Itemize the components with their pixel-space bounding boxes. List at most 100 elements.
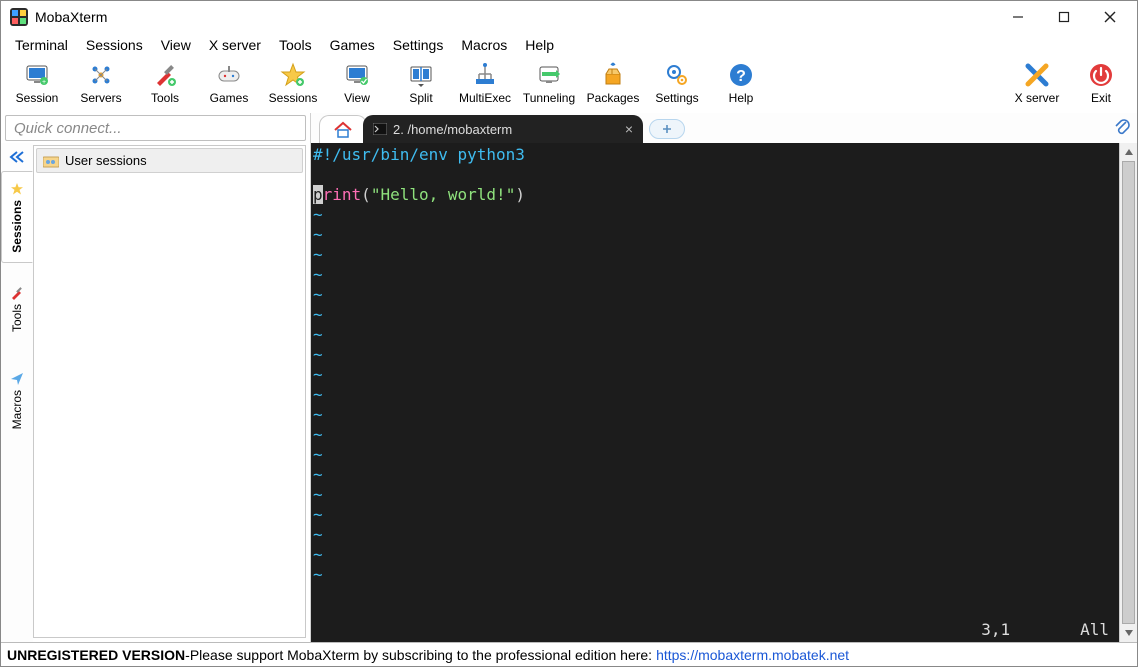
terminal-shebang: #!/usr/bin/env python3	[313, 145, 525, 164]
menu-bar: Terminal Sessions View X server Tools Ga…	[1, 33, 1137, 57]
terminal[interactable]: #!/usr/bin/env python3print("Hello, worl…	[311, 143, 1119, 642]
terminal-container: #!/usr/bin/env python3print("Hello, worl…	[311, 143, 1137, 642]
collapse-panel-button[interactable]	[5, 147, 29, 167]
tree-root-user-sessions[interactable]: User sessions	[36, 148, 303, 173]
split-icon	[407, 61, 435, 89]
toolbar-label: Session	[16, 91, 59, 105]
tab-close-button[interactable]: ×	[625, 121, 633, 137]
toolbar-split-button[interactable]: Split	[389, 59, 453, 113]
toolbar-label: MultiExec	[459, 91, 511, 105]
svg-text:+: +	[42, 79, 46, 86]
toolbar-label: Help	[729, 91, 754, 105]
menu-tools[interactable]: Tools	[271, 35, 320, 55]
toolbar-session-button[interactable]: + Session	[5, 59, 69, 113]
toolbar-label: Packages	[587, 91, 640, 105]
toolbar-label: Tools	[151, 91, 179, 105]
scroll-track[interactable]	[1120, 161, 1137, 624]
folder-people-icon	[43, 154, 59, 168]
monitor-icon: +	[23, 61, 51, 89]
terminal-cursor: p	[313, 185, 323, 204]
main-toolbar: + Session Servers Tools Games Sessions Vi…	[1, 57, 1137, 113]
side-tab-label: Sessions	[10, 200, 24, 253]
vim-status: 3,1 All	[981, 620, 1109, 640]
tab-terminal-label: 2. /home/mobaxterm	[393, 122, 512, 137]
close-button[interactable]	[1087, 2, 1133, 32]
tab-strip: 2. /home/mobaxterm ×	[311, 113, 1137, 143]
tab-terminal[interactable]: 2. /home/mobaxterm ×	[363, 115, 643, 143]
terminal-scrollbar[interactable]	[1119, 143, 1137, 642]
toolbar-help-button[interactable]: ? Help	[709, 59, 773, 113]
scroll-thumb[interactable]	[1122, 161, 1135, 624]
tab-home[interactable]	[319, 115, 367, 143]
side-tab-label: Tools	[10, 304, 24, 332]
toolbar-label: Sessions	[269, 91, 318, 105]
side-tab-sessions[interactable]: Sessions	[1, 171, 33, 263]
toolbar-tunneling-button[interactable]: Tunneling	[517, 59, 581, 113]
maximize-button[interactable]	[1041, 2, 1087, 32]
terminal-icon	[373, 123, 387, 135]
menu-games[interactable]: Games	[322, 35, 383, 55]
toolbar-label: X server	[1015, 91, 1060, 105]
toolbar-label: Games	[210, 91, 249, 105]
package-icon	[599, 61, 627, 89]
toolbar-label: Tunneling	[523, 91, 575, 105]
toolbar-xserver-button[interactable]: X server	[1005, 59, 1069, 113]
left-panel: Quick connect... Sessions Tools Macros	[1, 113, 311, 642]
menu-help[interactable]: Help	[517, 35, 562, 55]
star-icon	[279, 61, 307, 89]
toolbar-games-button[interactable]: Games	[197, 59, 261, 113]
toolbar-sessions-button[interactable]: Sessions	[261, 59, 325, 113]
work-area: Quick connect... Sessions Tools Macros	[1, 113, 1137, 642]
menu-macros[interactable]: Macros	[453, 35, 515, 55]
toolbar-multiexec-button[interactable]: MultiExec	[453, 59, 517, 113]
footer-link[interactable]: https://mobaxterm.mobatek.net	[656, 647, 849, 663]
tab-new-button[interactable]	[649, 119, 685, 139]
servers-icon	[87, 61, 115, 89]
quick-connect-input[interactable]: Quick connect...	[5, 115, 306, 141]
gamepad-icon	[215, 61, 243, 89]
gears-icon	[663, 61, 691, 89]
toolbar-servers-button[interactable]: Servers	[69, 59, 133, 113]
tunnel-icon	[535, 61, 563, 89]
scroll-up-button[interactable]	[1120, 143, 1137, 161]
tree-root-label: User sessions	[65, 153, 147, 168]
toolbar-label: Servers	[80, 91, 121, 105]
minimize-button[interactable]	[995, 2, 1041, 32]
titlebar: MobaXterm	[1, 1, 1137, 33]
code-ident: rint	[323, 185, 362, 204]
star-icon	[10, 182, 24, 196]
side-tab-tools[interactable]: Tools	[1, 263, 33, 355]
vim-position: 3,1	[981, 620, 1010, 640]
footer-message: Please support MobaXterm by subscribing …	[190, 647, 652, 663]
menu-sessions[interactable]: Sessions	[78, 35, 151, 55]
toolbar-tools-button[interactable]: Tools	[133, 59, 197, 113]
menu-xserver[interactable]: X server	[201, 35, 269, 55]
toolbar-packages-button[interactable]: Packages	[581, 59, 645, 113]
quick-connect-placeholder: Quick connect...	[14, 120, 122, 137]
toolbar-label: Settings	[655, 91, 698, 105]
knife-icon	[151, 61, 179, 89]
toolbar-label: Split	[409, 91, 432, 105]
help-icon: ?	[727, 61, 755, 89]
svg-text:?: ?	[736, 68, 746, 85]
sessions-tree[interactable]: User sessions	[33, 145, 306, 638]
power-icon	[1087, 61, 1115, 89]
home-icon	[333, 121, 353, 139]
paperclip-icon[interactable]	[1113, 117, 1131, 137]
window-title: MobaXterm	[35, 9, 107, 25]
scroll-down-button[interactable]	[1120, 624, 1137, 642]
toolbar-exit-button[interactable]: Exit	[1069, 59, 1133, 113]
menu-view[interactable]: View	[153, 35, 199, 55]
multiexec-icon	[471, 61, 499, 89]
side-tabs: Sessions Tools Macros	[1, 143, 33, 642]
side-tab-macros[interactable]: Macros	[1, 355, 33, 447]
menu-settings[interactable]: Settings	[385, 35, 452, 55]
side-tab-label: Macros	[10, 390, 24, 429]
toolbar-view-button[interactable]: View	[325, 59, 389, 113]
menu-terminal[interactable]: Terminal	[7, 35, 76, 55]
toolbar-settings-button[interactable]: Settings	[645, 59, 709, 113]
x-icon	[1023, 61, 1051, 89]
status-bar: UNREGISTERED VERSION - Please support Mo…	[1, 642, 1137, 666]
knife-icon	[10, 286, 24, 300]
view-icon	[343, 61, 371, 89]
